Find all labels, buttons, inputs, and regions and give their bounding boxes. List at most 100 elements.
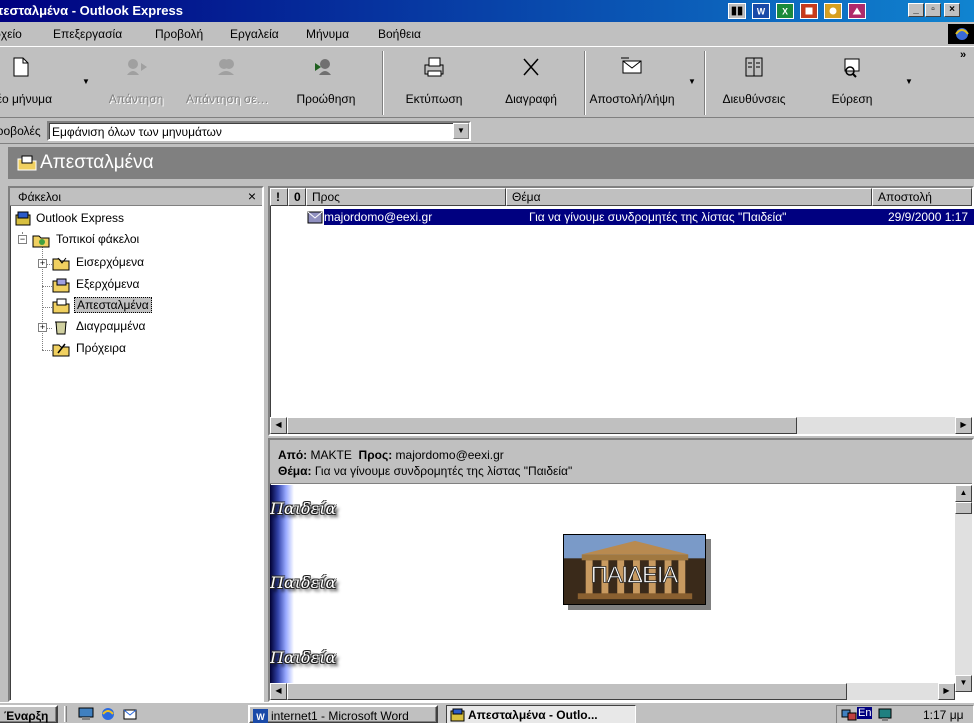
subject-value: Για να γίνουμε συνδρομητές της λίστας "Π…: [314, 464, 573, 478]
horizontal-scrollbar[interactable]: ◀ ▶: [270, 683, 955, 700]
reply-icon: [123, 55, 149, 79]
views-select[interactable]: Εμφάνιση όλων των μηνυμάτων ▼: [47, 121, 471, 141]
expand-toggle[interactable]: +: [38, 259, 47, 268]
word-icon[interactable]: W: [752, 3, 770, 19]
trash-icon: [52, 319, 70, 335]
office-bar-icon[interactable]: [728, 3, 746, 19]
access-icon[interactable]: [824, 3, 842, 19]
paideia-logo: Παιδεία: [270, 499, 337, 518]
column-sent[interactable]: Αποστολή: [872, 188, 972, 206]
vertical-scrollbar[interactable]: ▲ ▼: [955, 485, 972, 692]
internet-explorer-icon[interactable]: [100, 706, 116, 721]
preview-header: Από: MAKTE Προς: majordomo@eexi.gr Θέμα:…: [270, 440, 972, 484]
drafts-icon: [52, 341, 70, 357]
new-message-dropdown[interactable]: ▼: [82, 77, 90, 86]
outlook-express-icon: [14, 211, 32, 227]
excel-icon[interactable]: X: [776, 3, 794, 19]
to-value: majordomo@eexi.gr: [395, 448, 504, 462]
toolbar-separator: [382, 51, 384, 115]
table-row[interactable]: majordomo@eexi.gr Για να γίνουμε συνδρομ…: [324, 209, 974, 225]
menu-view[interactable]: Προβολή: [155, 27, 203, 41]
column-subject[interactable]: Θέμα: [506, 188, 872, 206]
print-button[interactable]: Εκτύπωση: [392, 49, 476, 117]
expand-toggle[interactable]: +: [38, 323, 47, 332]
chevron-down-icon[interactable]: ▼: [453, 123, 469, 139]
printer-icon: [421, 55, 447, 79]
system-tray: En 1:17 μμ: [836, 705, 974, 723]
message-date: 29/9/2000 1:17: [888, 210, 969, 224]
scroll-left-button[interactable]: ◀: [270, 683, 287, 700]
new-message-button[interactable]: Νέο μήνυμα: [0, 49, 70, 117]
sent-folder-icon: [52, 298, 70, 314]
views-bar: Προβολές Εμφάνιση όλων των μηνυμάτων ▼: [0, 118, 974, 144]
horizontal-scrollbar[interactable]: ◀ ▶: [270, 417, 972, 434]
message-body[interactable]: Παιδεία Παιδεία Παιδεία ΠΑΙΔΕΙΑ: [270, 485, 956, 692]
close-button[interactable]: ×: [944, 3, 960, 17]
outlook-express-launch-icon[interactable]: [122, 706, 138, 721]
column-to[interactable]: Προς: [306, 188, 506, 206]
scroll-up-button[interactable]: ▲: [955, 485, 972, 502]
paideia-banner-image: ΠΑΙΔΕΙΑ: [563, 534, 706, 605]
ie-throbber-icon: [948, 24, 974, 44]
network-icon[interactable]: [841, 707, 857, 722]
outlook-icon[interactable]: [848, 3, 866, 19]
scroll-thumb[interactable]: [287, 683, 847, 700]
svg-text:W: W: [757, 7, 766, 17]
collapse-toggle[interactable]: −: [18, 235, 27, 244]
menu-edit[interactable]: Επεξεργασία: [53, 27, 122, 41]
find-button[interactable]: Εύρεση: [812, 49, 892, 117]
outbox-icon: [52, 277, 70, 293]
forward-icon: [313, 55, 339, 79]
reply-all-button[interactable]: Απάντηση σε όλους: [186, 49, 270, 117]
show-desktop-icon[interactable]: [78, 706, 94, 721]
find-dropdown[interactable]: ▼: [905, 77, 913, 86]
monitor-icon[interactable]: [877, 707, 893, 722]
scroll-left-button[interactable]: ◀: [270, 417, 287, 434]
forward-button[interactable]: Προώθηση: [288, 49, 364, 117]
send-receive-icon: [619, 55, 645, 79]
address-book-icon: [741, 55, 767, 79]
scroll-thumb[interactable]: [287, 417, 797, 434]
folder-header-title: Απεσταλμένα: [40, 152, 154, 173]
toolbar-separator: [704, 51, 706, 115]
addresses-button[interactable]: Διευθύνσεις: [712, 49, 796, 117]
menu-help[interactable]: Βοήθεια: [378, 27, 421, 41]
start-button[interactable]: Έναρξη: [0, 705, 58, 723]
menu-file[interactable]: Αρχείο: [0, 27, 22, 41]
toolbar-overflow-chevron[interactable]: »: [960, 49, 966, 61]
message-subject: Για να γίνουμε συνδρομητές της λίστας "Π…: [529, 210, 787, 224]
subject-label: Θέμα:: [278, 464, 312, 478]
clock[interactable]: 1:17 μμ: [923, 708, 964, 722]
svg-text:W: W: [256, 712, 265, 722]
restore-button[interactable]: ▫: [925, 3, 941, 17]
powerpoint-icon[interactable]: [800, 3, 818, 19]
column-attachment[interactable]: 0: [288, 188, 306, 206]
local-folders-icon: [32, 232, 50, 248]
preview-pane: Από: MAKTE Προς: majordomo@eexi.gr Θέμα:…: [268, 438, 974, 702]
svg-text:X: X: [782, 7, 788, 17]
menu-message[interactable]: Μήνυμα: [306, 27, 349, 41]
menu-tools[interactable]: Εργαλεία: [230, 27, 279, 41]
language-indicator[interactable]: En: [857, 707, 873, 719]
folder-header: Απεσταλμένα: [8, 147, 974, 179]
folder-pane-title: Φάκελοι: [18, 190, 62, 204]
column-priority[interactable]: !: [270, 188, 288, 206]
taskbar-word[interactable]: W internet1 - Microsoft Word: [248, 705, 438, 723]
scroll-thumb[interactable]: [955, 502, 972, 514]
new-message-icon: [7, 55, 33, 79]
send-receive-dropdown[interactable]: ▼: [688, 77, 696, 86]
scroll-down-button[interactable]: ▼: [955, 675, 972, 692]
scroll-right-button[interactable]: ▶: [955, 417, 972, 434]
sent-folder-icon: [17, 154, 37, 172]
send-receive-button[interactable]: Αποστολή/λήψη: [584, 49, 680, 117]
close-icon[interactable]: ×: [248, 188, 256, 204]
minimize-button[interactable]: _: [908, 3, 924, 17]
scroll-right-button[interactable]: ▶: [938, 683, 955, 700]
find-icon: [839, 55, 865, 79]
title-bar[interactable]: Απεσταλμένα - Outlook Express W X _ ▫ ×: [0, 0, 974, 22]
reply-button[interactable]: Απάντηση: [100, 49, 172, 117]
delete-button[interactable]: Διαγραφή: [490, 49, 572, 117]
taskbar-outlook[interactable]: Απεσταλμένα - Outlo...: [446, 705, 636, 723]
taskbar: Έναρξη W internet1 - Microsoft Word Απεσ…: [0, 702, 974, 723]
from-label: Από:: [278, 448, 308, 462]
